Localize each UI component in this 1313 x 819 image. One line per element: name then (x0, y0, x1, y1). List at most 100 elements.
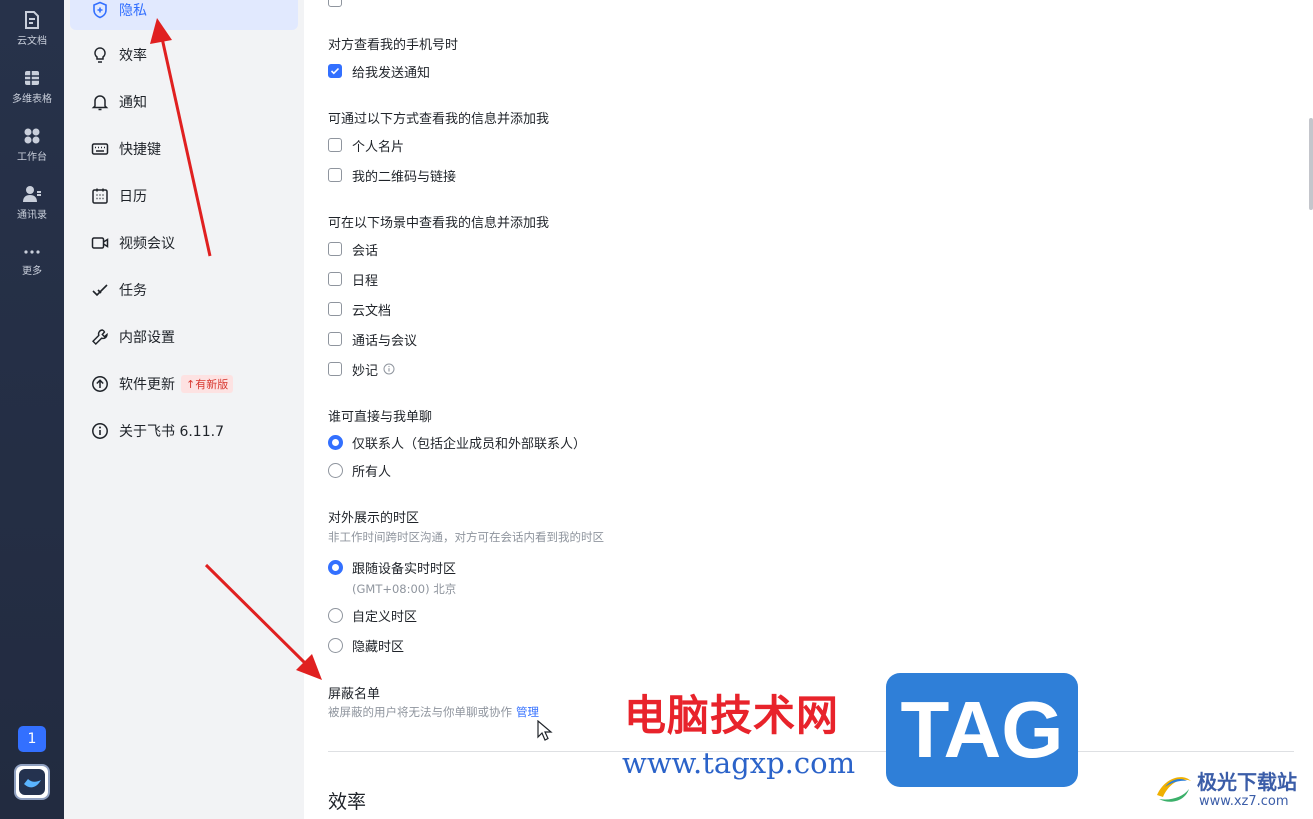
bulb-icon (90, 45, 110, 65)
checkbox[interactable] (328, 302, 342, 316)
contacts-icon (23, 186, 41, 202)
arrow-up-icon: ↑ (186, 378, 196, 391)
option-business-card[interactable]: 个人名片 (328, 135, 404, 155)
sidebar-item-label: 日历 (119, 189, 147, 205)
section-subtitle-blocklist: 被屏蔽的用户将无法与你单聊或协作 管理 (328, 705, 539, 719)
watermark-tag-logo: TAG (886, 673, 1078, 787)
option-hide-timezone[interactable]: 隐藏时区 (328, 635, 404, 655)
sidebar-item-shortcuts[interactable]: 快捷键 (70, 129, 298, 169)
feishu-logo-icon (19, 769, 45, 795)
sidebar-item-label: 快捷键 (119, 142, 161, 158)
sidebar-item-efficiency[interactable]: 效率 (70, 35, 298, 75)
radio[interactable] (328, 607, 343, 623)
section-title-scenes: 可在以下场景中查看我的信息并添加我 (328, 216, 550, 231)
rail-item-label: 更多 (22, 266, 42, 277)
checkbox[interactable] (328, 242, 342, 256)
section-title-timezone: 对外展示的时区 (328, 511, 420, 526)
sidebar-item-label: 任务 (119, 283, 147, 299)
rail-item-label: 工作台 (17, 152, 47, 163)
section-title-phone-view: 对方查看我的手机号时 (328, 38, 459, 53)
rail-item-docs[interactable]: 云文档 (0, 10, 64, 47)
sidebar-item-calendar[interactable]: 日历 (70, 176, 298, 216)
section-title-direct-chat: 谁可直接与我单聊 (328, 410, 433, 425)
sidebar-item-label: 效率 (119, 48, 147, 64)
keyboard-icon (90, 139, 110, 159)
option-contacts-only[interactable]: 仅联系人（包括企业成员和外部联系人） (328, 432, 586, 452)
sidebar-item-notification[interactable]: 通知 (70, 82, 298, 122)
apps-grid-icon (24, 128, 40, 144)
info-circle-icon (90, 421, 110, 441)
option-send-notification[interactable]: 给我发送通知 (328, 61, 430, 81)
option-qrcode-link[interactable]: 我的二维码与链接 (328, 165, 456, 185)
watermark-logo-text: 极光下载站 (1197, 770, 1297, 794)
checkbox[interactable] (328, 362, 342, 376)
watermark-cn-text: 电脑技术网 (624, 691, 840, 740)
sidebar-item-label: 关于飞书 6.11.7 (119, 424, 224, 440)
timezone-note: (GMT+08:00) 北京 (352, 582, 457, 596)
section-heading-efficiency: 效率 (328, 791, 367, 813)
rail-item-label: 通讯录 (17, 210, 47, 221)
app-rail: 云文档 多维表格 工作台 通讯录 更多 1 (0, 0, 64, 819)
checkbox[interactable] (328, 332, 342, 346)
option-cloud-docs[interactable]: 云文档 (328, 299, 391, 319)
manage-blocklist-link[interactable]: 管理 (516, 705, 539, 719)
scrollbar-thumb[interactable] (1309, 118, 1313, 210)
rail-item-label: 多维表格 (12, 94, 52, 105)
watermark-logo-url: www.xz7.com (1199, 794, 1289, 809)
checkbox-checked[interactable] (328, 64, 342, 78)
option-minutes[interactable]: 妙记 (328, 359, 395, 379)
settings-sidebar: 隐私 效率 通知 快捷键 日历 视频会议 任务 内部设置 软件更新 ↑有新版 关… (64, 0, 304, 819)
checkbox[interactable] (328, 0, 342, 7)
bell-icon (90, 92, 110, 112)
rail-item-workplace[interactable]: 工作台 (0, 126, 64, 163)
sidebar-item-label: 内部设置 (119, 330, 175, 346)
mouse-cursor-icon (537, 720, 553, 741)
rail-item-contacts[interactable]: 通讯录 (0, 184, 64, 221)
watermark-url: www.tagxp.com (622, 746, 856, 780)
radio[interactable] (328, 637, 343, 653)
sidebar-item-label: 软件更新 (119, 377, 175, 393)
option-everyone[interactable]: 所有人 (328, 460, 391, 480)
section-title-add-by-info: 可通过以下方式查看我的信息并添加我 (328, 112, 550, 127)
sidebar-item-label: 隐私 (119, 3, 147, 19)
feishu-app-icon[interactable] (14, 764, 50, 800)
new-version-badge: ↑有新版 (181, 375, 234, 393)
aurora-logo-icon (1157, 777, 1191, 802)
checkbox[interactable] (328, 168, 342, 182)
table-icon (25, 71, 39, 85)
checkbox[interactable] (328, 272, 342, 286)
more-dots-icon (24, 250, 40, 254)
upload-circle-icon (90, 374, 110, 394)
video-icon (90, 233, 110, 253)
radio-selected[interactable] (328, 434, 343, 450)
check-icon (330, 67, 340, 75)
rail-item-base[interactable]: 多维表格 (0, 68, 64, 105)
task-check-icon (90, 280, 110, 300)
info-icon[interactable] (383, 363, 395, 375)
calendar-icon (90, 186, 110, 206)
rail-item-more[interactable]: 更多 (0, 244, 64, 277)
option-chat[interactable]: 会话 (328, 239, 378, 259)
notification-badge[interactable]: 1 (18, 726, 46, 752)
sidebar-item-software-update[interactable]: 软件更新 ↑有新版 (70, 364, 298, 404)
option-schedule[interactable]: 日程 (328, 269, 378, 289)
checkbox[interactable] (328, 138, 342, 152)
section-title-blocklist: 屏蔽名单 (328, 687, 381, 702)
option-device-timezone[interactable]: 跟随设备实时时区 (328, 557, 456, 577)
option-custom-timezone[interactable]: 自定义时区 (328, 605, 417, 625)
radio-selected[interactable] (328, 559, 343, 575)
shield-icon (90, 0, 110, 20)
sidebar-item-about[interactable]: 关于飞书 6.11.7 (70, 411, 298, 451)
sidebar-item-video-meeting[interactable]: 视频会议 (70, 223, 298, 263)
radio[interactable] (328, 462, 343, 478)
sidebar-item-label: 视频会议 (119, 236, 175, 252)
option-calls-meetings[interactable]: 通话与会议 (328, 329, 417, 349)
doc-icon (25, 11, 39, 29)
wrench-icon (90, 327, 110, 347)
partial-option-row[interactable] (328, 0, 352, 10)
sidebar-item-internal-settings[interactable]: 内部设置 (70, 317, 298, 357)
sidebar-item-tasks[interactable]: 任务 (70, 270, 298, 310)
sidebar-item-privacy[interactable]: 隐私 (70, 0, 298, 30)
section-subtitle-timezone: 非工作时间跨时区沟通，对方可在会话内看到我的时区 (328, 530, 604, 544)
rail-item-label: 云文档 (17, 36, 47, 47)
